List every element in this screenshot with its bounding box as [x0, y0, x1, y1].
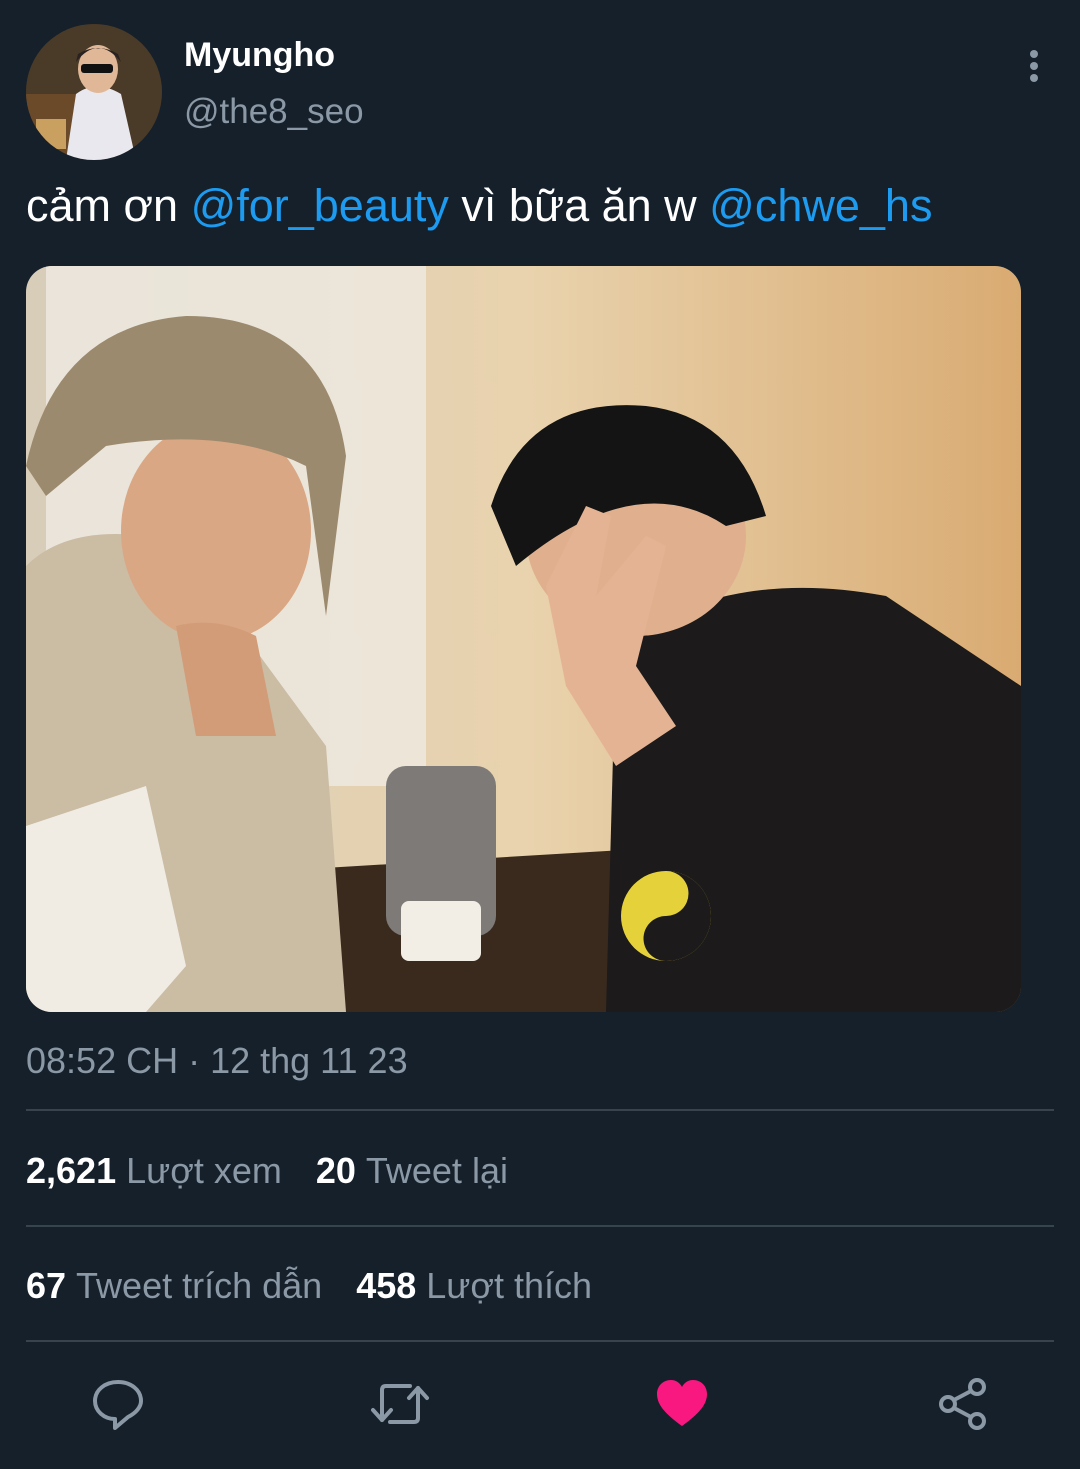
- divider: [26, 1225, 1054, 1227]
- tweet-text-plain: cảm ơn: [26, 180, 191, 231]
- retweet-icon[interactable]: [370, 1376, 429, 1432]
- tweet-text-plain: vì bữa ăn w: [448, 180, 710, 231]
- reply-icon[interactable]: [90, 1376, 146, 1432]
- photo-image: [26, 266, 1021, 1012]
- author-avatar[interactable]: [26, 24, 162, 160]
- tweet-actions-bar: [0, 1362, 1080, 1442]
- retweets-count[interactable]: 20: [316, 1150, 356, 1191]
- stats-row-views-retweets: 2,621 Lượt xem 20 Tweet lại: [26, 1150, 542, 1192]
- more-options-icon[interactable]: [1028, 50, 1040, 86]
- tweet-timestamp[interactable]: 08:52 CH · 12 thg 11 23: [26, 1040, 408, 1082]
- quotes-label[interactable]: Tweet trích dẫn: [76, 1265, 322, 1306]
- author-name[interactable]: Myungho: [184, 36, 335, 75]
- mention-link[interactable]: @for_beauty: [191, 180, 449, 231]
- share-icon[interactable]: [936, 1376, 992, 1432]
- author-handle[interactable]: @the8_seo: [184, 92, 364, 132]
- retweets-label[interactable]: Tweet lại: [366, 1150, 508, 1191]
- tweet-text: cảm ơn @for_beauty vì bữa ăn w @chwe_hs: [26, 180, 932, 232]
- divider: [26, 1340, 1054, 1342]
- stats-row-quotes-likes: 67 Tweet trích dẫn 458 Lượt thích: [26, 1265, 626, 1307]
- tweet-header: Myungho @the8_seo: [26, 24, 1056, 160]
- divider: [26, 1109, 1054, 1111]
- views-count: 2,621: [26, 1150, 117, 1191]
- heart-icon[interactable]: [654, 1376, 710, 1432]
- avatar-image: [26, 24, 162, 160]
- likes-count[interactable]: 458: [356, 1265, 416, 1306]
- views-label: Lượt xem: [126, 1150, 282, 1191]
- quotes-count[interactable]: 67: [26, 1265, 66, 1306]
- mention-link[interactable]: @chwe_hs: [709, 180, 932, 231]
- tweet-photo[interactable]: [26, 266, 1021, 1012]
- likes-label[interactable]: Lượt thích: [426, 1265, 592, 1306]
